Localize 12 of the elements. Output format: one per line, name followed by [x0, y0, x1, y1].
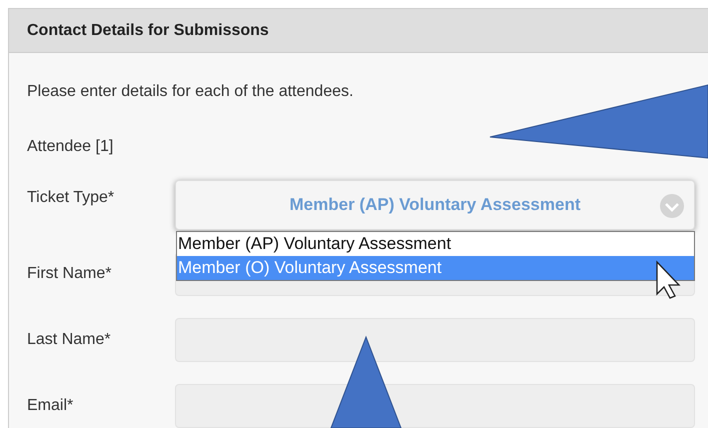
field-label: Email* — [27, 397, 74, 415]
intro-text: Please enter details for each of the attendees. — [27, 82, 354, 102]
panel-title: Contact Details for Submissons — [27, 22, 269, 40]
dropdown-option[interactable]: Member (O) Voluntary Assessment — [177, 256, 694, 280]
input-field[interactable] — [175, 384, 695, 428]
attendee-heading: Attendee [1] — [27, 137, 114, 157]
field-label: Last Name* — [27, 331, 112, 349]
ticket-type-select[interactable]: Member (AP) Voluntary Assessment — [175, 180, 695, 230]
chevron-icon — [660, 194, 684, 218]
field-label: Ticket Type* — [27, 189, 116, 207]
input-field[interactable] — [175, 318, 695, 362]
field-label: First Name* — [27, 265, 112, 283]
